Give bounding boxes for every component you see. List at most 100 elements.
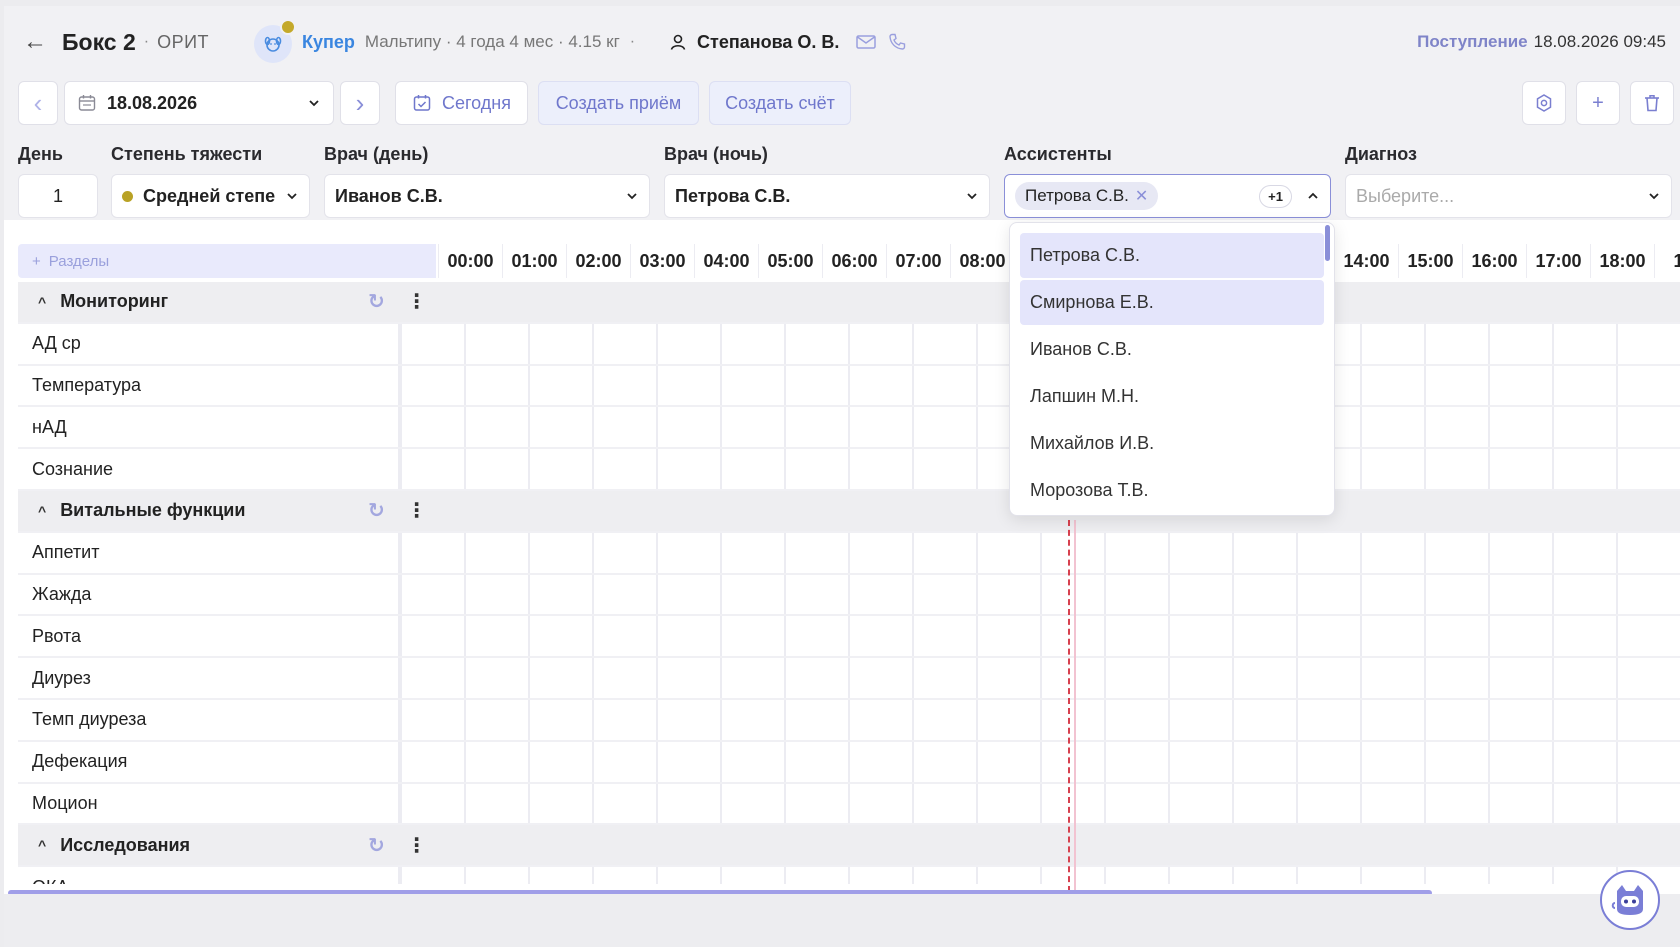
grid-cell[interactable] bbox=[976, 783, 1040, 824]
grid-cell[interactable] bbox=[912, 867, 976, 884]
more-vertical-icon[interactable]: ⋮ bbox=[407, 833, 427, 858]
dropdown-option[interactable]: Смирнова Е.В. bbox=[1020, 280, 1324, 325]
grid-cell[interactable] bbox=[912, 616, 976, 657]
grid-cell[interactable] bbox=[400, 407, 464, 448]
grid-cell[interactable] bbox=[528, 699, 592, 740]
grid-cell[interactable] bbox=[1104, 741, 1168, 782]
grid-cell[interactable] bbox=[1360, 449, 1424, 489]
grid-cell[interactable] bbox=[528, 783, 592, 824]
add-button[interactable]: + bbox=[1576, 81, 1620, 125]
grid-cell[interactable] bbox=[1296, 699, 1360, 740]
grid-cell[interactable] bbox=[720, 699, 784, 740]
grid-cell[interactable] bbox=[1040, 783, 1104, 824]
grid-cell[interactable] bbox=[656, 616, 720, 657]
refresh-icon[interactable]: ↻ bbox=[368, 498, 385, 523]
grid-cell[interactable] bbox=[592, 323, 656, 364]
grid-cell[interactable] bbox=[1488, 532, 1552, 573]
grid-cell[interactable] bbox=[1552, 574, 1616, 615]
grid-cell[interactable] bbox=[1360, 699, 1424, 740]
grid-cell[interactable] bbox=[720, 323, 784, 364]
grid-cell[interactable] bbox=[1488, 658, 1552, 698]
grid-cell[interactable] bbox=[464, 449, 528, 489]
grid-cell[interactable] bbox=[1616, 365, 1680, 406]
grid-cell[interactable] bbox=[1232, 616, 1296, 657]
grid-cell[interactable] bbox=[720, 449, 784, 489]
grid-cell[interactable] bbox=[656, 741, 720, 782]
grid-cell[interactable] bbox=[1424, 616, 1488, 657]
grid-cell[interactable] bbox=[848, 449, 912, 489]
grid-cell[interactable] bbox=[720, 407, 784, 448]
grid-cell[interactable] bbox=[1616, 449, 1680, 489]
grid-cell[interactable] bbox=[1296, 532, 1360, 573]
grid-cell[interactable] bbox=[656, 867, 720, 884]
create-invoice-button[interactable]: Создать счёт bbox=[709, 81, 851, 125]
assistant-bot-button[interactable] bbox=[1600, 870, 1660, 930]
grid-cell[interactable] bbox=[1168, 658, 1232, 698]
grid-cell[interactable] bbox=[528, 449, 592, 489]
chevron-up-icon[interactable]: ^ bbox=[38, 294, 46, 310]
grid-cell[interactable] bbox=[1616, 407, 1680, 448]
grid-cell[interactable] bbox=[1360, 365, 1424, 406]
grid-cell[interactable] bbox=[720, 783, 784, 824]
grid-cell[interactable] bbox=[848, 658, 912, 698]
grid-cell[interactable] bbox=[1552, 365, 1616, 406]
dropdown-option[interactable]: Михайлов И.В. bbox=[1020, 421, 1324, 466]
grid-cell[interactable] bbox=[1168, 616, 1232, 657]
grid-cell[interactable] bbox=[400, 449, 464, 489]
grid-cell[interactable] bbox=[912, 783, 976, 824]
grid-cell[interactable] bbox=[592, 867, 656, 884]
grid-cell[interactable] bbox=[1104, 867, 1168, 884]
grid-cell[interactable] bbox=[1488, 699, 1552, 740]
grid-cell[interactable] bbox=[1104, 699, 1168, 740]
grid-cell[interactable] bbox=[1360, 407, 1424, 448]
dropdown-option[interactable]: Петрова С.В. bbox=[1020, 233, 1324, 278]
grid-cell[interactable] bbox=[1616, 699, 1680, 740]
grid-cell[interactable] bbox=[1424, 407, 1488, 448]
doctor-day-select[interactable]: Иванов С.В. bbox=[324, 174, 650, 218]
grid-cell[interactable] bbox=[464, 783, 528, 824]
grid-cell[interactable] bbox=[656, 783, 720, 824]
severity-select[interactable]: Средней степе bbox=[111, 174, 310, 218]
refresh-icon[interactable]: ↻ bbox=[368, 289, 385, 314]
grid-cell[interactable] bbox=[1488, 783, 1552, 824]
grid-cell[interactable] bbox=[848, 699, 912, 740]
grid-cell[interactable] bbox=[1360, 532, 1424, 573]
grid-cell[interactable] bbox=[528, 574, 592, 615]
grid-cell[interactable] bbox=[1104, 616, 1168, 657]
grid-cell[interactable] bbox=[976, 616, 1040, 657]
grid-cell[interactable] bbox=[912, 658, 976, 698]
grid-cell[interactable] bbox=[592, 741, 656, 782]
grid-cell[interactable] bbox=[656, 407, 720, 448]
grid-cell[interactable] bbox=[1168, 699, 1232, 740]
grid-cell[interactable] bbox=[976, 574, 1040, 615]
grid-cell[interactable] bbox=[1040, 741, 1104, 782]
grid-cell[interactable] bbox=[1104, 658, 1168, 698]
grid-cell[interactable] bbox=[1552, 449, 1616, 489]
grid-cell[interactable] bbox=[1488, 323, 1552, 364]
grid-cell[interactable] bbox=[464, 323, 528, 364]
grid-cell[interactable] bbox=[400, 616, 464, 657]
grid-cell[interactable] bbox=[1552, 741, 1616, 782]
grid-cell[interactable] bbox=[1424, 658, 1488, 698]
grid-cell[interactable] bbox=[784, 574, 848, 615]
grid-cell[interactable] bbox=[1232, 741, 1296, 782]
grid-cell[interactable] bbox=[1488, 449, 1552, 489]
next-day-button[interactable]: › bbox=[340, 81, 380, 125]
grid-cell[interactable] bbox=[1616, 741, 1680, 782]
day-input[interactable]: 1 bbox=[18, 174, 98, 218]
grid-cell[interactable] bbox=[528, 741, 592, 782]
grid-cell[interactable] bbox=[912, 532, 976, 573]
grid-cell[interactable] bbox=[592, 574, 656, 615]
grid-cell[interactable] bbox=[784, 323, 848, 364]
grid-cell[interactable] bbox=[1360, 867, 1424, 884]
grid-cell[interactable] bbox=[1424, 365, 1488, 406]
close-icon[interactable]: ✕ bbox=[1135, 186, 1148, 206]
grid-cell[interactable] bbox=[1488, 867, 1552, 884]
grid-cell[interactable] bbox=[592, 365, 656, 406]
grid-cell[interactable] bbox=[1232, 699, 1296, 740]
chevron-up-icon[interactable]: ^ bbox=[38, 503, 46, 519]
grid-cell[interactable] bbox=[720, 616, 784, 657]
section-header[interactable]: ^ Витальные функции ↻ ⋮ bbox=[18, 490, 436, 531]
grid-cell[interactable] bbox=[848, 574, 912, 615]
grid-cell[interactable] bbox=[848, 741, 912, 782]
